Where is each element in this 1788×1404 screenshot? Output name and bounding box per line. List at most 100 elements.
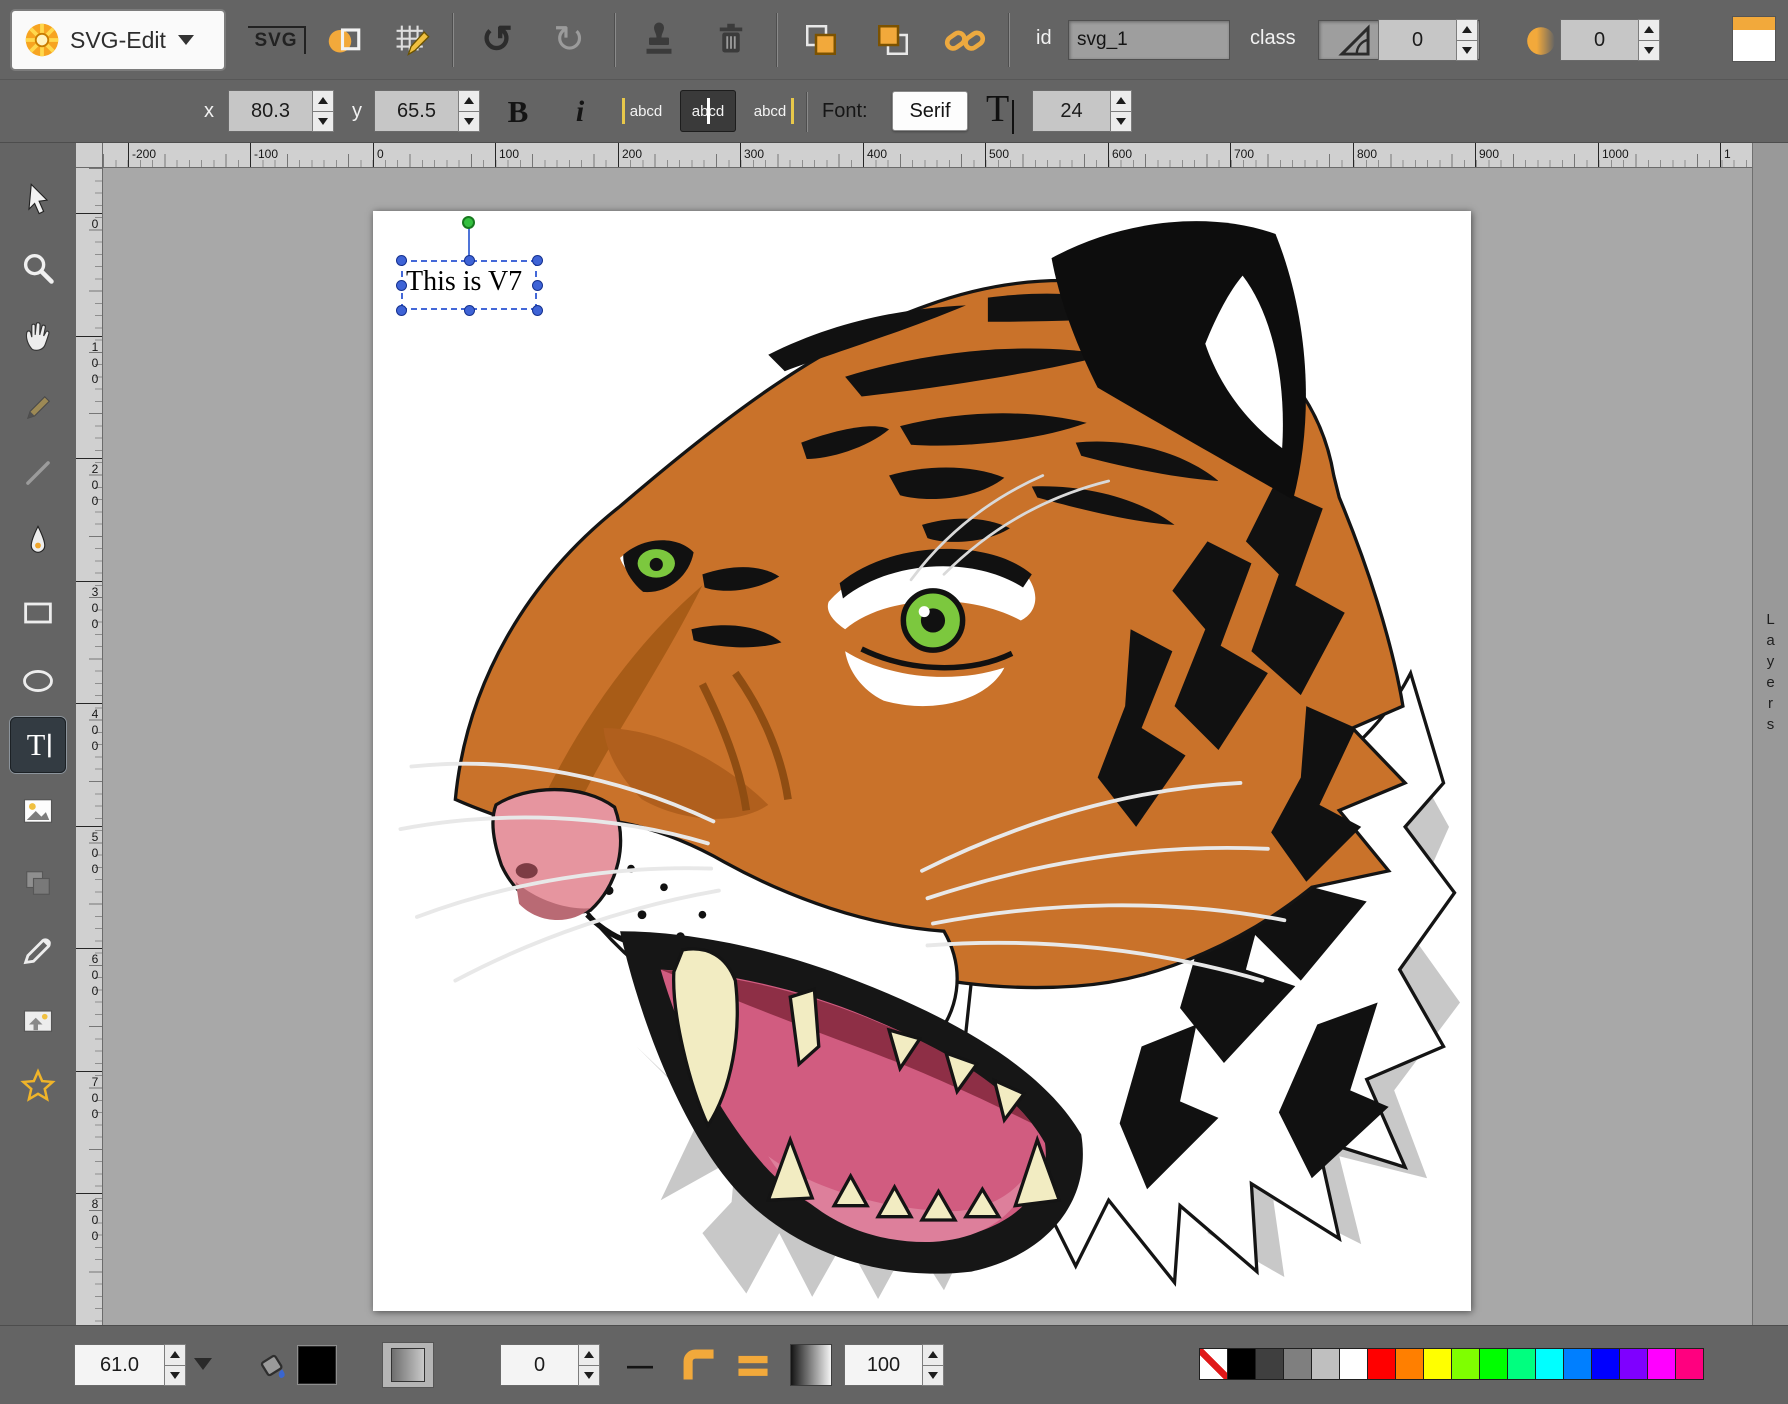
- palette-swatch[interactable]: [1227, 1348, 1256, 1380]
- anchor-end-sample: abcd: [754, 103, 787, 120]
- font-size-down-button[interactable]: [1110, 112, 1132, 133]
- stroke-dash-button[interactable]: —: [618, 1344, 662, 1386]
- selection-handle-ne[interactable]: [532, 255, 543, 266]
- opacity-gradient-icon[interactable]: [790, 1344, 832, 1386]
- move-to-top-button[interactable]: [866, 13, 920, 67]
- angle-spin-down-button[interactable]: [1456, 41, 1478, 62]
- opacity-up-button[interactable]: [922, 1344, 944, 1366]
- y-spin-down-button[interactable]: [458, 112, 480, 133]
- text-anchor-start-button[interactable]: abcd: [618, 90, 674, 132]
- fill-stroke-indicator[interactable]: [1732, 16, 1776, 62]
- tool-image[interactable]: [10, 783, 66, 839]
- main-menu-button[interactable]: SVG-Edit: [10, 9, 226, 71]
- stroke-linejoin-button[interactable]: [676, 1342, 722, 1388]
- rotate-handle[interactable]: [462, 216, 475, 229]
- palette-swatch[interactable]: [1563, 1348, 1592, 1380]
- selection-handle-s[interactable]: [464, 305, 475, 316]
- tool-align[interactable]: [10, 855, 66, 911]
- stroke-color-button[interactable]: [382, 1342, 434, 1388]
- tool-eyedropper[interactable]: [10, 922, 66, 978]
- x-value-field[interactable]: 80.3: [228, 90, 312, 132]
- stroke-width-up-button[interactable]: [578, 1344, 600, 1366]
- blur-spin-up-button[interactable]: [1638, 19, 1660, 41]
- zoom-value-field[interactable]: 61.0: [74, 1344, 164, 1386]
- palette-swatch[interactable]: [1619, 1348, 1648, 1380]
- tool-image-library[interactable]: [10, 992, 66, 1048]
- blur-value-field[interactable]: 0: [1560, 19, 1638, 61]
- bold-button[interactable]: B: [494, 88, 542, 136]
- text-anchor-middle-button[interactable]: abcd: [680, 90, 736, 132]
- selection-handle-e[interactable]: [532, 280, 543, 291]
- y-value-field[interactable]: 65.5: [374, 90, 458, 132]
- clone-button[interactable]: [632, 13, 686, 67]
- tool-rect[interactable]: [10, 585, 66, 641]
- zoom-down-button[interactable]: [164, 1366, 186, 1387]
- font-family-button[interactable]: Serif: [892, 91, 968, 131]
- tool-pencil[interactable]: [10, 380, 66, 436]
- tool-line[interactable]: [10, 445, 66, 501]
- palette-swatch[interactable]: [1479, 1348, 1508, 1380]
- font-size-field[interactable]: 24: [1032, 90, 1110, 132]
- tool-pan[interactable]: [10, 308, 66, 364]
- selection-handle-sw[interactable]: [396, 305, 407, 316]
- make-link-button[interactable]: [938, 13, 992, 67]
- y-spin-up-button[interactable]: [458, 90, 480, 112]
- ruler-mark: 900: [1475, 143, 1499, 167]
- selection-handle-w[interactable]: [396, 280, 407, 291]
- editor-preferences-button[interactable]: [384, 13, 438, 67]
- tool-path[interactable]: [10, 513, 66, 569]
- palette-swatch[interactable]: [1675, 1348, 1704, 1380]
- stroke-linecap-button[interactable]: [730, 1342, 776, 1388]
- selection-handle-nw[interactable]: [396, 255, 407, 266]
- x-spin-up-button[interactable]: [312, 90, 334, 112]
- zoom-dropdown-button[interactable]: [194, 1358, 212, 1370]
- svg-edit-app: SVG-Edit SVG ↺ ↻: [0, 0, 1788, 1404]
- palette-swatch-none[interactable]: [1199, 1348, 1228, 1380]
- delete-button[interactable]: [704, 13, 758, 67]
- tool-select[interactable]: [10, 171, 66, 227]
- palette-swatch[interactable]: [1283, 1348, 1312, 1380]
- fill-color-swatch[interactable]: [298, 1346, 336, 1384]
- tiger-artwork[interactable]: [373, 211, 1471, 1311]
- opacity-value-field[interactable]: 100: [844, 1344, 922, 1386]
- svg-canvas[interactable]: This is V7: [373, 211, 1471, 1311]
- redo-button[interactable]: ↻: [542, 13, 596, 67]
- element-id-input[interactable]: [1068, 20, 1230, 60]
- text-anchor-end-button[interactable]: abcd: [742, 90, 798, 132]
- zoom-up-button[interactable]: [164, 1344, 186, 1366]
- palette-swatch[interactable]: [1255, 1348, 1284, 1380]
- palette-swatch[interactable]: [1647, 1348, 1676, 1380]
- selection-handle-n[interactable]: [464, 255, 475, 266]
- italic-button[interactable]: i: [556, 88, 604, 136]
- palette-swatch[interactable]: [1535, 1348, 1564, 1380]
- palette-swatch[interactable]: [1367, 1348, 1396, 1380]
- ruler-mark: 700: [1230, 143, 1254, 167]
- angle-value-field[interactable]: 0: [1378, 19, 1456, 61]
- tool-zoom[interactable]: [10, 240, 66, 296]
- move-to-bottom-button[interactable]: [794, 13, 848, 67]
- tool-text[interactable]: T: [10, 717, 66, 773]
- palette-swatch[interactable]: [1507, 1348, 1536, 1380]
- opacity-down-button[interactable]: [922, 1366, 944, 1387]
- document-properties-button[interactable]: [318, 13, 372, 67]
- source-editor-button[interactable]: SVG: [246, 13, 308, 67]
- stroke-width-down-button[interactable]: [578, 1366, 600, 1387]
- x-spin-down-button[interactable]: [312, 112, 334, 133]
- workspace[interactable]: This is V7: [103, 168, 1752, 1325]
- palette-swatch[interactable]: [1339, 1348, 1368, 1380]
- palette-swatch[interactable]: [1591, 1348, 1620, 1380]
- palette-swatch[interactable]: [1395, 1348, 1424, 1380]
- palette-swatch[interactable]: [1451, 1348, 1480, 1380]
- selection-handle-se[interactable]: [532, 305, 543, 316]
- palette-swatch[interactable]: [1423, 1348, 1452, 1380]
- tool-ellipse[interactable]: [10, 653, 66, 709]
- stroke-width-field[interactable]: 0: [500, 1344, 578, 1386]
- undo-button[interactable]: ↺: [470, 13, 524, 67]
- font-size-up-button[interactable]: [1110, 90, 1132, 112]
- blur-spin-down-button[interactable]: [1638, 41, 1660, 62]
- layers-panel-toggle[interactable]: Layers: [1752, 143, 1788, 1325]
- angle-spin-up-button[interactable]: [1456, 19, 1478, 41]
- palette-swatch[interactable]: [1311, 1348, 1340, 1380]
- ruler-mark: 600: [1108, 143, 1132, 167]
- tool-shape-library[interactable]: [10, 1058, 66, 1114]
